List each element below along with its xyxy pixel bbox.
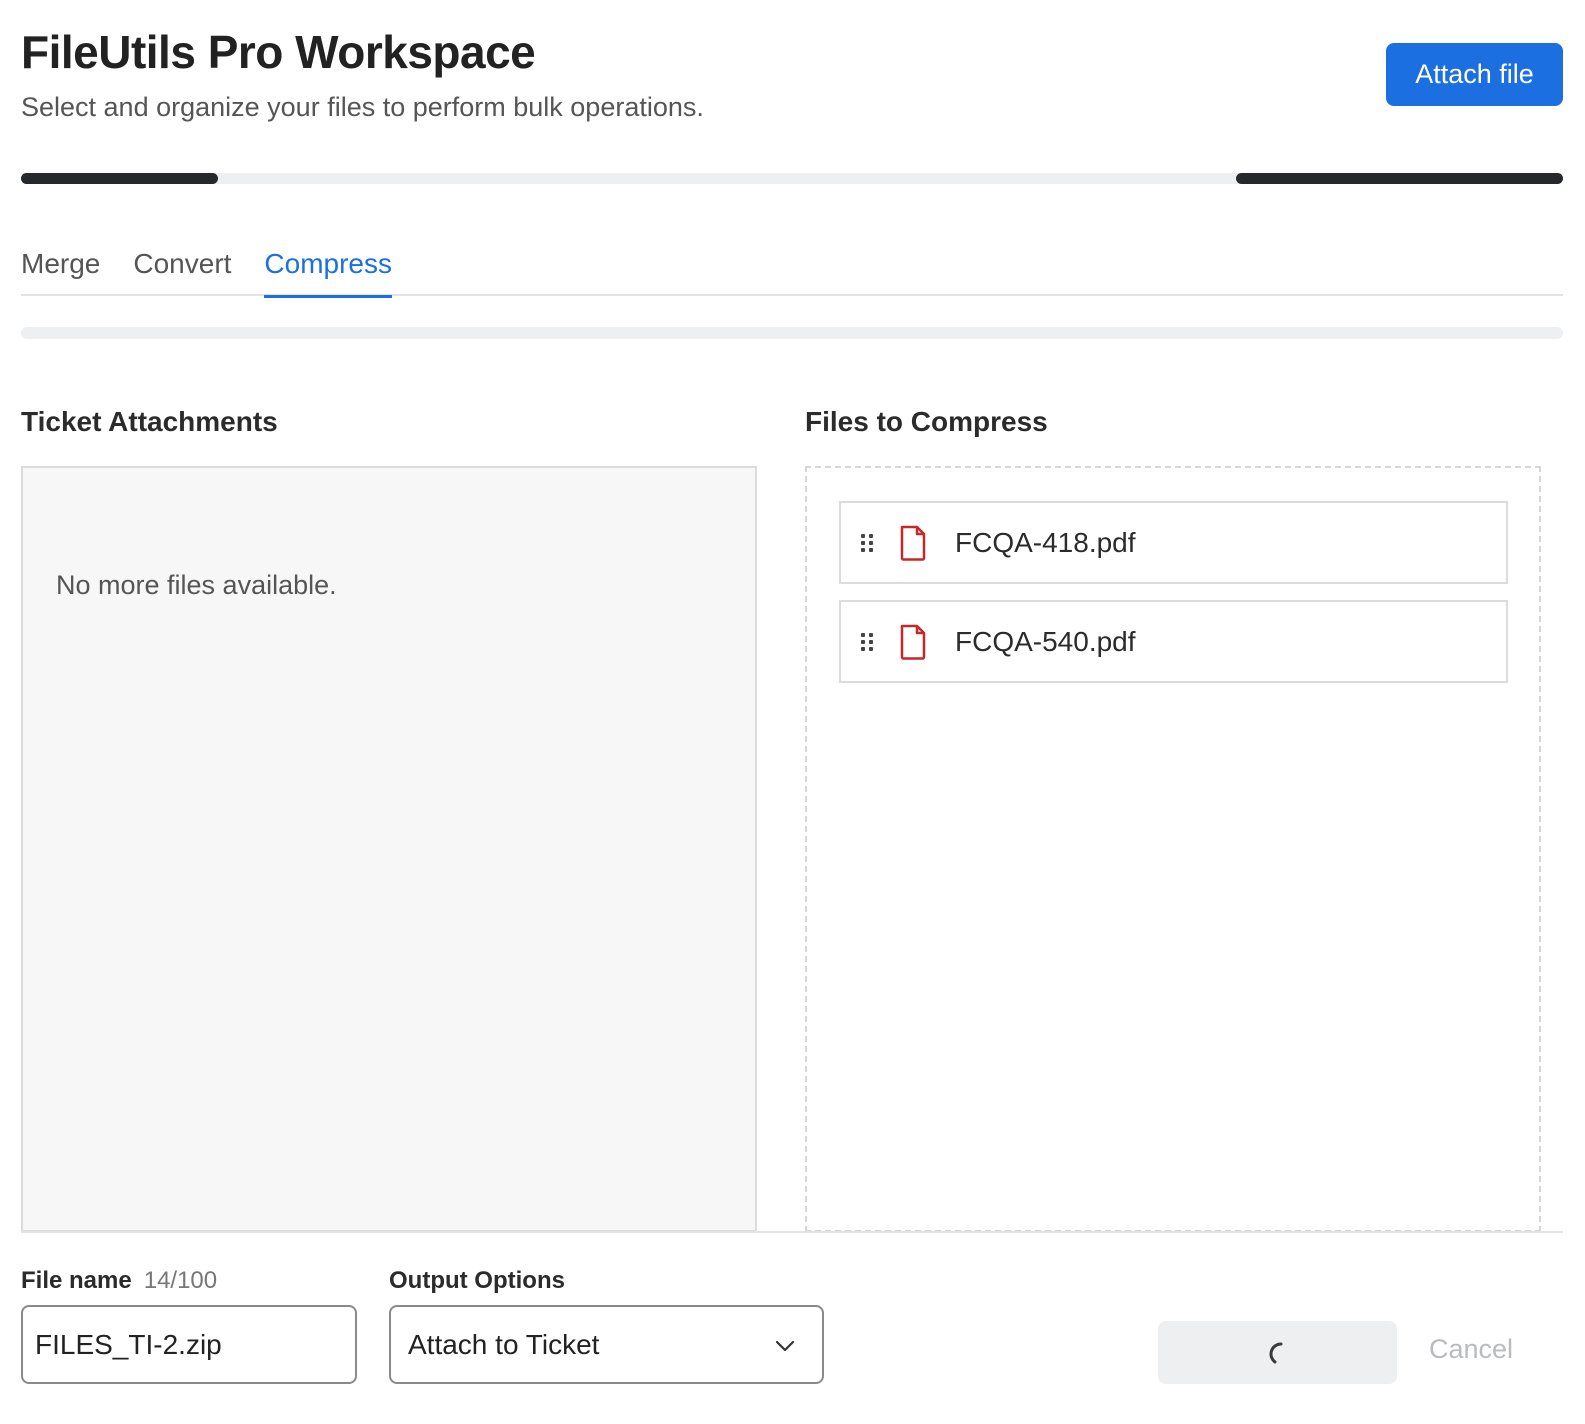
files-to-compress-title: Files to Compress (805, 406, 1048, 437)
drag-handle-icon[interactable] (861, 533, 879, 552)
files-to-compress-dropzone[interactable]: FCQA-418.pdf FCQA-540.pdf (805, 466, 1541, 1232)
progress-segment-start (21, 173, 218, 184)
page-title: FileUtils Pro Workspace (21, 26, 536, 78)
attach-file-button[interactable]: Attach file (1386, 43, 1563, 106)
file-name: FCQA-418.pdf (955, 526, 1136, 558)
tab-compress[interactable]: Compress (264, 240, 392, 298)
ticket-attachments-title: Ticket Attachments (21, 406, 278, 437)
step-progress-bar (21, 173, 1563, 184)
chevron-down-icon (775, 1340, 795, 1352)
tab-merge[interactable]: Merge (21, 240, 100, 296)
file-name-label-text: File name (21, 1267, 132, 1294)
tab-convert[interactable]: Convert (133, 240, 231, 296)
file-name-input[interactable] (21, 1305, 357, 1384)
cancel-button[interactable]: Cancel (1429, 1334, 1513, 1365)
secondary-progress-track (21, 327, 1563, 339)
progress-segment-end (1236, 173, 1563, 184)
loading-spinner-icon (1269, 1342, 1282, 1363)
ticket-attachments-list[interactable]: No more files available. (21, 466, 757, 1232)
drag-handle-icon[interactable] (861, 632, 879, 651)
empty-state-message: No more files available. (56, 570, 337, 600)
file-list-item[interactable]: FCQA-418.pdf (839, 501, 1508, 584)
page-header: FileUtils Pro Workspace Select and organ… (21, 24, 1563, 134)
file-list-item[interactable]: FCQA-540.pdf (839, 600, 1508, 683)
pdf-file-icon (900, 525, 926, 561)
character-count: 14/100 (143, 1267, 218, 1294)
file-name-label: File name 14/100 (21, 1267, 217, 1295)
output-options-select[interactable]: Attach to Ticket (389, 1305, 824, 1384)
pdf-file-icon (900, 624, 926, 660)
file-name: FCQA-540.pdf (955, 625, 1136, 657)
page-subtitle: Select and organize your files to perfor… (21, 92, 704, 122)
output-options-value: Attach to Ticket (408, 1328, 600, 1360)
submit-button[interactable] (1158, 1321, 1397, 1384)
footer-divider (21, 1231, 1563, 1233)
operation-tabs: Merge Convert Compress (21, 240, 1563, 298)
output-options-label: Output Options (389, 1267, 565, 1294)
